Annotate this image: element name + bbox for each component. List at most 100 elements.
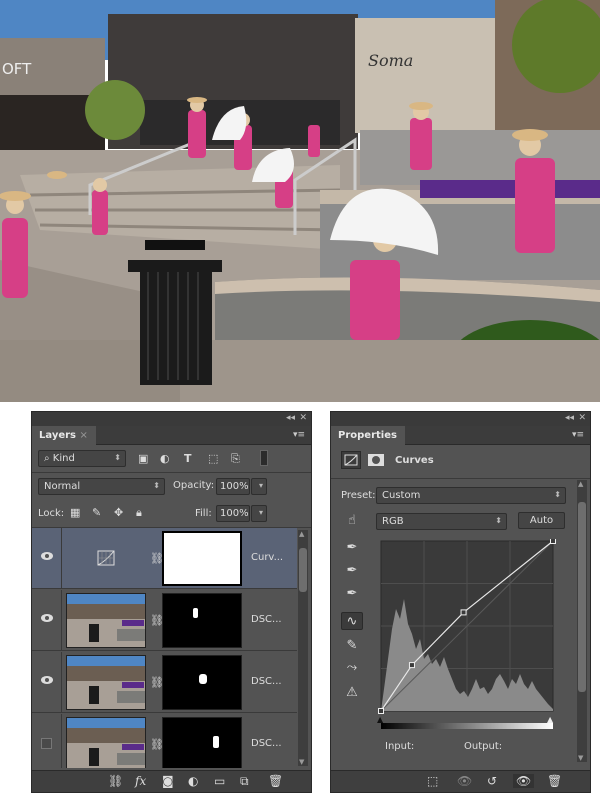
filter-kind-dropdown[interactable]: ⌕ Kind ⬍	[38, 450, 126, 467]
clip-to-layer-icon[interactable]: ⬚	[427, 774, 438, 788]
trash-icon[interactable]: 🗑︎	[547, 774, 562, 788]
smart-object-filter-icon[interactable]: ⎘	[231, 452, 240, 466]
layer-thumbnail[interactable]	[66, 593, 146, 648]
curve-control-point[interactable]	[550, 538, 556, 544]
new-group-icon[interactable]: ▭	[214, 774, 225, 788]
panel-top-strip: ◂◂ ✕	[32, 412, 311, 426]
fill-slider-button[interactable]: ▾	[251, 505, 267, 522]
layer-row-photo[interactable]: ⛓ DSC...	[32, 652, 297, 713]
opacity-slider-button[interactable]: ▾	[251, 478, 267, 495]
preset-label: Preset:	[341, 490, 376, 501]
panel-menu-icon[interactable]: ▾≡	[293, 430, 305, 440]
visibility-toggle[interactable]	[32, 528, 62, 589]
properties-scrollbar[interactable]: ▲ ▼	[577, 480, 587, 762]
eye-icon	[41, 552, 53, 560]
pencil-draw-icon[interactable]: ✎	[341, 637, 363, 655]
tab-properties[interactable]: Properties	[331, 426, 405, 445]
trash-icon[interactable]: 🗑︎	[268, 774, 283, 788]
layer-row-curves[interactable]: ⛓ Curv...	[32, 528, 297, 589]
clipping-warning-icon[interactable]: ⚠	[341, 684, 363, 702]
lock-transparent-icon[interactable]: ▦	[70, 506, 80, 520]
fx-icon[interactable]: fx	[135, 774, 146, 788]
output-label: Output:	[464, 741, 503, 752]
white-point-slider[interactable]: ▲	[547, 715, 553, 724]
layers-panel: ◂◂ ✕ Layers × ▾≡ ⌕ Kind ⬍ ▣ ◐ T ⬚ ⎘ Norma…	[31, 411, 312, 793]
link-layers-icon[interactable]: ⛓	[108, 774, 123, 788]
visibility-toggle[interactable]	[32, 714, 62, 768]
curves-adjustment-icon[interactable]	[341, 451, 361, 469]
type-filter-icon[interactable]: T	[184, 452, 192, 466]
fill-input[interactable]: 100%	[216, 505, 250, 522]
chevron-updown-icon: ⬍	[495, 516, 502, 525]
layer-thumbnail[interactable]	[66, 717, 146, 768]
eyedropper-black-icon[interactable]: ✒	[341, 539, 363, 557]
panel-menu-icon[interactable]: ▾≡	[572, 430, 584, 440]
lock-all-icon[interactable]: 🔒︎	[136, 506, 142, 520]
visibility-toggle[interactable]	[32, 590, 62, 651]
properties-bottom-toolbar: ⬚ 👁︎ ↺ 👁︎ 🗑︎	[331, 770, 590, 792]
layer-mask-thumbnail[interactable]	[162, 717, 242, 768]
black-point-slider[interactable]: ▲	[377, 715, 383, 724]
eyedropper-gray-icon[interactable]: ✒	[341, 562, 363, 580]
smooth-curve-icon[interactable]: ⤳	[341, 659, 363, 677]
layers-scrollbar[interactable]: ▲ ▼	[298, 530, 308, 766]
collapse-icon[interactable]: ◂◂	[286, 413, 295, 423]
collapse-icon[interactable]: ◂◂	[565, 413, 574, 423]
view-previous-icon[interactable]: 👁︎	[457, 774, 472, 788]
fill-label: Fill:	[195, 508, 212, 519]
add-mask-icon[interactable]: ◙	[162, 774, 174, 788]
shape-filter-icon[interactable]: ⬚	[208, 452, 218, 466]
opacity-input[interactable]: 100%	[216, 478, 250, 495]
chevron-updown-icon: ⬍	[153, 481, 160, 490]
filter-toggle[interactable]	[260, 450, 268, 466]
adjustment-filter-icon[interactable]: ◐	[160, 452, 170, 466]
visibility-eye-icon[interactable]: 👁︎	[513, 774, 535, 788]
new-adjustment-icon[interactable]: ◐	[188, 774, 198, 788]
curve-points-tool-icon[interactable]: ∿	[341, 612, 363, 630]
properties-panel: ◂◂ ✕ Properties ▾≡ Curves Preset: Custom…	[330, 411, 591, 793]
lock-move-icon[interactable]: ✥	[114, 506, 123, 520]
auto-button[interactable]: Auto	[518, 512, 565, 529]
layer-thumbnail[interactable]	[66, 655, 146, 710]
close-icon[interactable]: ✕	[299, 413, 307, 423]
close-icon[interactable]: ✕	[578, 413, 586, 423]
pixel-filter-icon[interactable]: ▣	[138, 452, 148, 466]
chevron-down-icon: ▾	[258, 481, 263, 490]
scroll-up-icon[interactable]: ▲	[299, 530, 304, 538]
lock-brush-icon[interactable]: ✎	[92, 506, 101, 520]
scroll-up-icon[interactable]: ▲	[578, 480, 583, 488]
channel-dropdown[interactable]: RGB ⬍	[376, 513, 507, 530]
layer-mask-thumbnail[interactable]	[162, 593, 242, 648]
canvas-photo: Soma OFT	[0, 0, 600, 402]
reset-icon[interactable]: ↺	[487, 774, 497, 788]
opacity-label: Opacity:	[173, 480, 215, 491]
eye-icon	[41, 614, 53, 622]
target-adjust-tool-icon[interactable]: ☝	[341, 512, 363, 530]
eyedropper-white-icon[interactable]: ✒	[341, 585, 363, 603]
preset-dropdown[interactable]: Custom ⬍	[376, 487, 566, 504]
layer-row-photo[interactable]: ⛓ DSC...	[32, 590, 297, 651]
layers-list: ⛓ Curv... ⛓ DSC... ⛓ DSC... ⛓ DSC...	[32, 528, 313, 768]
scrollbar-thumb[interactable]	[578, 502, 586, 692]
scroll-down-icon[interactable]: ▼	[299, 758, 304, 766]
layer-mask-thumbnail[interactable]	[162, 531, 242, 586]
curve-control-point[interactable]	[460, 609, 467, 616]
layer-mask-thumbnail[interactable]	[162, 655, 242, 710]
curve-control-point[interactable]	[378, 708, 384, 714]
eye-icon	[41, 676, 53, 684]
blend-mode-dropdown[interactable]: Normal ⬍	[38, 478, 165, 495]
chevron-updown-icon: ⬍	[114, 453, 121, 462]
mask-icon[interactable]	[366, 451, 386, 469]
scroll-down-icon[interactable]: ▼	[578, 754, 583, 762]
layer-row-photo[interactable]: ⛓ DSC...	[32, 714, 297, 768]
layers-bottom-toolbar: ⛓ fx ◙ ◐ ▭ ⧉ 🗑︎	[32, 770, 311, 792]
tab-layers[interactable]: Layers ×	[32, 426, 96, 445]
curves-adjustment-icon	[66, 531, 146, 586]
visibility-toggle[interactable]	[32, 652, 62, 713]
scrollbar-thumb[interactable]	[299, 548, 307, 592]
new-layer-icon[interactable]: ⧉	[240, 774, 249, 789]
curves-graph[interactable]	[376, 538, 556, 721]
layers-tab-bar: Layers × ▾≡	[32, 426, 311, 445]
tab-close-icon[interactable]: ×	[79, 430, 87, 441]
curve-control-point[interactable]	[408, 662, 415, 669]
